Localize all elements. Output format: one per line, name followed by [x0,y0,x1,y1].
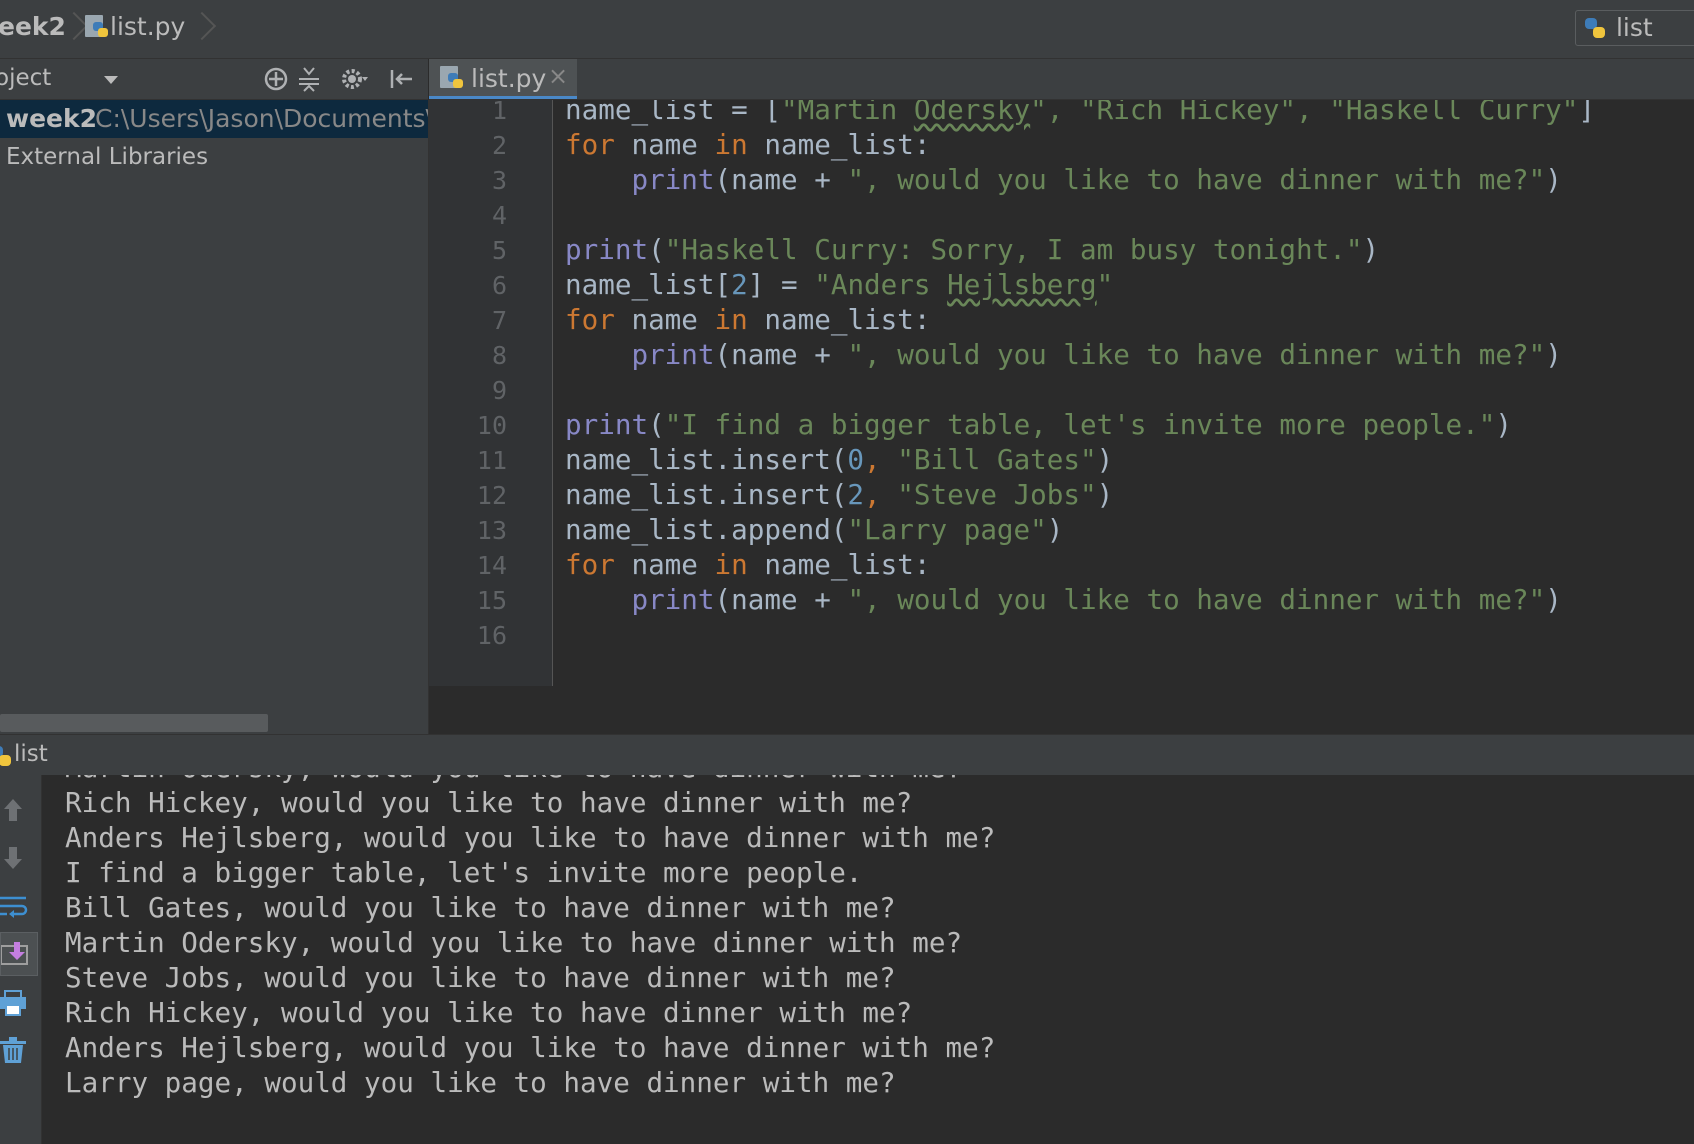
horizontal-scrollbar[interactable] [0,714,268,732]
code-line-3: print(name + ", would you like to have d… [631,163,1562,196]
typo-marker: Hejlsberg [947,268,1097,301]
project-view-selector[interactable]: oject [0,65,51,91]
line-number: 7 [491,306,507,335]
code-line-2: for name in name_list: [565,128,931,161]
line-number-gutter: 1 2 3 4 5 6 7 8 9 10 11 12 13 14 15 16 [429,96,553,686]
line-number: 13 [476,516,507,545]
console-line: Martin Odersky, would you like to have d… [65,775,962,784]
line-number: 5 [491,236,507,265]
typo-marker: Odersky [913,100,1031,126]
line-number: 8 [491,341,507,370]
tree-item-name: week2 [6,104,98,133]
code-line-11: name_list.insert(0, "Bill Gates") [565,443,1114,476]
print-icon[interactable] [0,987,32,1019]
code-line-5: print("Haskell Curry: Sorry, I am busy t… [565,233,1380,266]
code-line-14: for name in name_list: [565,548,931,581]
line-number: 2 [491,131,507,160]
tab-label: list.py [471,64,547,93]
collapse-all-icon[interactable] [295,65,323,93]
code-editor[interactable]: name_list = ["Martin Odersky", "Rich Hic… [553,100,1694,686]
console-line: Bill Gates, would you like to have dinne… [65,891,896,924]
tab-list-py[interactable]: list.py × [429,59,577,99]
target-icon[interactable] [262,65,290,93]
code-line-12: name_list.insert(2, "Steve Jobs") [565,478,1114,511]
run-configuration-label: list [1615,13,1653,42]
hide-panel-icon[interactable] [388,65,416,93]
line-number: 14 [476,551,507,580]
trash-icon[interactable] [0,1035,32,1067]
run-configuration-selector[interactable]: list [1575,10,1694,46]
project-panel-header: oject [0,59,428,100]
line-number: 6 [491,271,507,300]
line-number: 1 [491,96,507,125]
soft-wrap-icon[interactable] [0,891,32,923]
console-line: Anders Hejlsberg, would you like to have… [65,821,996,854]
editor-tab-bar: list.py × [429,59,1694,100]
line-number: 4 [491,201,507,230]
python-file-icon [440,66,463,88]
breadcrumb-file-label: list.py [110,12,186,41]
tree-item-name: External Libraries [6,144,209,170]
up-arrow-icon[interactable] [0,795,32,827]
code-line-1: name_list = ["Martin Odersky", "Rich Hic… [565,100,1595,126]
console-line: I find a bigger table, let's invite more… [65,856,863,889]
line-number: 12 [476,481,507,510]
python-icon [1585,18,1605,38]
navigation-bar: eek2 list.py list [0,0,1694,59]
console-output[interactable]: Martin Odersky, would you like to have d… [42,775,1694,1144]
code-line-15: print(name + ", would you like to have d… [631,583,1562,616]
gear-icon[interactable] [340,65,368,93]
line-number: 9 [491,376,507,405]
breadcrumb-project[interactable]: eek2 [0,12,66,41]
line-number: 15 [476,586,507,615]
editor-horizontal-area [429,686,1694,734]
line-number: 16 [476,621,507,650]
breadcrumb-file[interactable]: list.py [84,12,185,41]
python-icon [0,746,11,766]
down-arrow-icon[interactable] [0,843,32,875]
console-line: Rich Hickey, would you like to have dinn… [65,996,913,1029]
scroll-to-end-icon [1,942,28,965]
line-number: 11 [476,446,507,475]
line-number: 3 [491,166,507,195]
line-number: 10 [476,411,507,440]
tree-item-path: C:\Users\Jason\Documents\C [95,104,429,133]
code-line-8: print(name + ", would you like to have d… [631,338,1562,371]
code-line-7: for name in name_list: [565,303,931,336]
code-line-6: name_list[2] = "Anders Hejlsberg" [565,268,1114,301]
run-toolbar [0,775,42,1144]
chevron-right-icon [198,12,212,44]
console-line: Anders Hejlsberg, would you like to have… [65,1031,996,1064]
python-file-icon [85,15,108,37]
console-line: Rich Hickey, would you like to have dinn… [65,786,913,819]
project-tree: week2 C:\Users\Jason\Documents\C Externa… [0,100,429,734]
code-line-13: name_list.append("Larry page") [565,513,1064,546]
console-line: Martin Odersky, would you like to have d… [65,926,963,959]
code-line-10: print("I find a bigger table, let's invi… [565,408,1512,441]
close-icon[interactable]: × [548,62,568,90]
chevron-right-icon [70,12,84,44]
console-line: Steve Jobs, would you like to have dinne… [65,961,896,994]
scroll-to-end-button[interactable] [0,932,38,976]
run-panel-header: list [0,734,1694,776]
console-line: Larry page, would you like to have dinne… [65,1066,896,1099]
tree-item-week2[interactable]: week2 C:\Users\Jason\Documents\C [0,100,428,138]
chevron-down-icon[interactable] [104,76,118,84]
run-tab-title[interactable]: list [14,741,48,767]
